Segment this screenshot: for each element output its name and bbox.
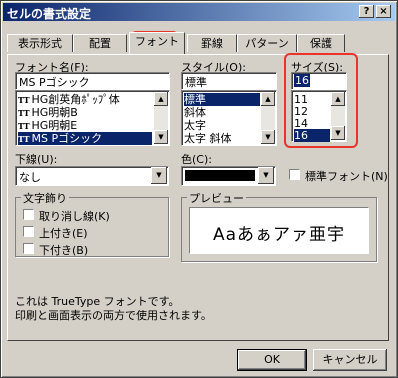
- font-style-input[interactable]: 標準: [181, 72, 277, 90]
- truetype-icon: TT: [18, 95, 30, 105]
- strikethrough-label: 取り消し線(K): [39, 210, 110, 223]
- tab-font[interactable]: フォント: [129, 32, 185, 54]
- truetype-icon: TT: [18, 108, 30, 118]
- ok-button[interactable]: OK: [237, 349, 307, 371]
- style-list-item[interactable]: 太字 斜体: [184, 132, 260, 145]
- format-cells-dialog: セルの書式設定 ? × 表示形式 配置 フォント 罫線 パターン 保護 フォント…: [0, 0, 398, 378]
- font-list-item[interactable]: TT HG創英角ﾎﾟｯﾌﾟ体: [18, 93, 152, 106]
- superscript-label: 上付き(E): [39, 227, 88, 240]
- preview-box: Aaあぁアァ亜宇: [189, 207, 369, 254]
- scroll-down-arrow-icon[interactable]: ▼: [261, 130, 275, 144]
- font-list-scrollbar[interactable]: ▲ ▼: [154, 92, 168, 144]
- scroll-up-arrow-icon[interactable]: ▲: [331, 92, 345, 106]
- underline-value: なし: [19, 171, 41, 184]
- font-name-value: MS Pゴシック: [19, 76, 90, 89]
- dropdown-arrow-icon[interactable]: ▼: [151, 167, 167, 184]
- font-list-item-selected[interactable]: TT MS Pゴシック: [18, 132, 152, 145]
- scroll-down-arrow-icon[interactable]: ▼: [331, 126, 345, 140]
- color-swatch: [185, 170, 255, 181]
- normal-font-label: 標準フォント(N): [305, 170, 388, 183]
- window-title: セルの書式設定: [7, 7, 92, 21]
- tab-strip: 表示形式 配置 フォント 罫線 パターン 保護: [7, 32, 391, 54]
- style-list-item[interactable]: 太字: [184, 119, 260, 132]
- info-line-2: 印刷と画面表示の両方で使用されます。: [15, 309, 212, 322]
- font-size-value: 16: [294, 74, 310, 87]
- effects-group-title: 文字飾り: [21, 190, 69, 206]
- strikethrough-checkbox[interactable]: [23, 209, 34, 220]
- font-style-value: 標準: [185, 76, 207, 89]
- color-label: 色(C):: [181, 153, 212, 166]
- font-size-list[interactable]: 11 12 14 16 ▲ ▼: [291, 90, 347, 142]
- scroll-down-arrow-icon[interactable]: ▼: [154, 130, 168, 144]
- size-list-item-selected[interactable]: 16: [294, 129, 330, 142]
- style-list-item[interactable]: 斜体: [184, 106, 260, 119]
- superscript-checkbox[interactable]: [23, 226, 34, 237]
- tab-number-format[interactable]: 表示形式: [7, 34, 73, 52]
- underline-select[interactable]: なし ▼: [15, 166, 169, 186]
- help-button[interactable]: ?: [359, 5, 374, 18]
- font-style-list[interactable]: 標準 斜体 太字 太字 斜体 ▲ ▼: [181, 90, 277, 146]
- font-name-input[interactable]: MS Pゴシック: [15, 72, 170, 90]
- title-bar[interactable]: セルの書式設定 ? ×: [3, 3, 395, 21]
- tab-protection[interactable]: 保護: [297, 34, 345, 52]
- font-size-input[interactable]: 16: [291, 72, 347, 90]
- preview-group-title: プレビュー: [187, 190, 246, 206]
- style-list-item-selected[interactable]: 標準: [184, 93, 260, 106]
- normal-font-checkbox[interactable]: [289, 169, 300, 180]
- font-list-item[interactable]: TT HG明朝E: [18, 119, 152, 132]
- underline-label: 下線(U):: [15, 153, 58, 166]
- font-name-list[interactable]: TT HG創英角ﾎﾟｯﾌﾟ体 TT HG明朝B TT HG明朝E TT MS P…: [15, 90, 170, 146]
- cancel-button[interactable]: キャンセル: [313, 349, 387, 371]
- truetype-icon: TT: [18, 121, 30, 131]
- font-list-item[interactable]: TT HG明朝B: [18, 106, 152, 119]
- dropdown-arrow-icon[interactable]: ▼: [258, 167, 274, 184]
- size-list-scrollbar[interactable]: ▲ ▼: [331, 92, 345, 140]
- scroll-up-arrow-icon[interactable]: ▲: [154, 92, 168, 106]
- tab-pattern[interactable]: パターン: [237, 34, 297, 52]
- scroll-up-arrow-icon[interactable]: ▲: [261, 92, 275, 106]
- preview-sample: Aaあぁアァ亜宇: [212, 225, 346, 245]
- tab-border[interactable]: 罫線: [187, 34, 237, 52]
- tab-alignment[interactable]: 配置: [73, 34, 127, 52]
- subscript-checkbox[interactable]: [23, 243, 34, 254]
- close-button[interactable]: ×: [376, 5, 391, 18]
- truetype-icon: TT: [18, 134, 30, 144]
- style-list-scrollbar[interactable]: ▲ ▼: [261, 92, 275, 144]
- subscript-label: 下付き(B): [39, 244, 89, 257]
- color-select[interactable]: ▼: [181, 166, 276, 186]
